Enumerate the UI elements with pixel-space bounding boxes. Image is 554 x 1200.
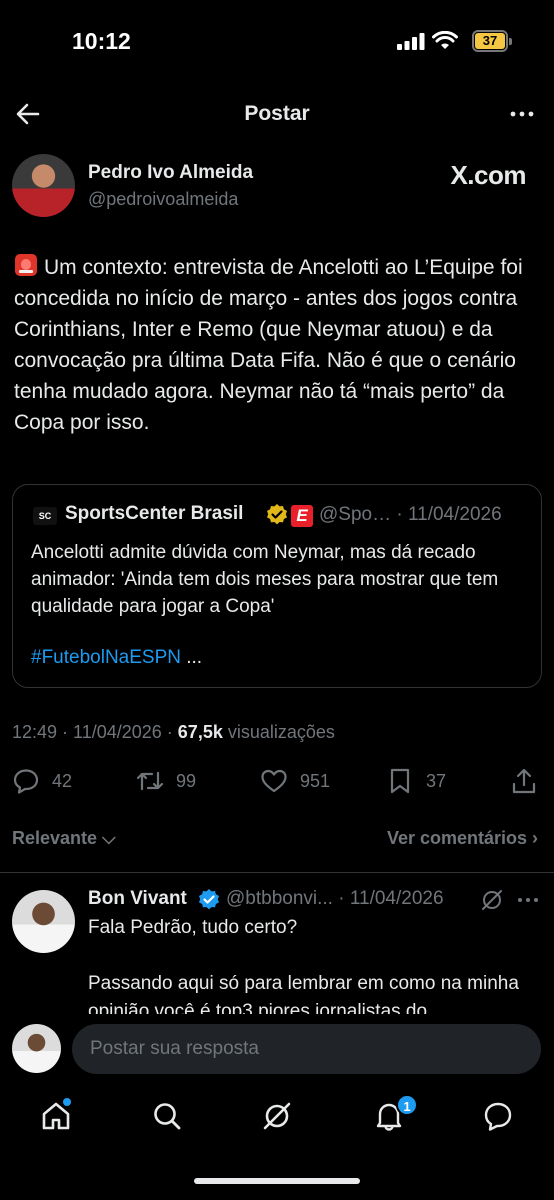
- post-text: Um contexto: entrevista de Ancelotti ao …: [14, 252, 544, 438]
- reply-line: Fala Pedrão, tudo certo?: [88, 917, 298, 938]
- repost-count: 99: [176, 770, 197, 791]
- reply-meta: @btbbonvi... · 11/04/2026: [226, 888, 444, 909]
- page-title: Postar: [244, 102, 310, 125]
- blue-verified-icon: [199, 889, 219, 910]
- repost-icon: [136, 771, 164, 791]
- gold-verified-icon: [267, 504, 287, 525]
- post-body: Um contexto: entrevista de Ancelotti ao …: [14, 256, 523, 434]
- reply-avatar[interactable]: [12, 890, 75, 953]
- post-header: Postar: [0, 92, 554, 136]
- bookmark-button[interactable]: 37: [386, 764, 446, 798]
- bottom-nav: 1: [0, 1090, 554, 1150]
- more-options-icon[interactable]: [508, 100, 536, 128]
- home-indicator: [194, 1178, 360, 1184]
- reply-author-name[interactable]: Bon Vivant: [88, 888, 187, 910]
- wifi-icon: [432, 31, 458, 49]
- post-timestamp: 12:49 · 11/04/2026 ·: [12, 722, 178, 742]
- post-meta: 12:49 · 11/04/2026 · 67,5k visualizações: [12, 722, 335, 743]
- reply-text: Fala Pedrão, tudo certo? Passando aqui s…: [88, 914, 543, 1014]
- author-handle[interactable]: @pedroivoalmeida: [88, 189, 238, 210]
- reply-more-icon[interactable]: [516, 888, 540, 912]
- search-icon[interactable]: [151, 1100, 183, 1132]
- reply-count: 42: [52, 770, 73, 791]
- notifications-badge: 1: [396, 1094, 418, 1116]
- quoted-text: Ancelotti admite dúvida com Neymar, mas …: [31, 542, 499, 617]
- messages-icon[interactable]: [482, 1100, 514, 1132]
- views-count: 67,5k: [177, 722, 223, 742]
- see-comments-link[interactable]: Ver comentários ›: [387, 828, 538, 849]
- reply-input[interactable]: [72, 1024, 541, 1074]
- battery-level: 37: [475, 33, 505, 49]
- compose-reply-bar: [0, 1014, 554, 1084]
- reply-line: Passando aqui só para lembrar em como na…: [88, 973, 519, 1014]
- sort-relevant-dropdown[interactable]: Relevante ⌵: [12, 828, 116, 849]
- author-avatar[interactable]: [12, 154, 75, 217]
- quoted-ellipsis: ...: [180, 647, 203, 668]
- views-label: visualizações: [222, 722, 335, 742]
- reply-icon: [13, 769, 39, 794]
- author-name[interactable]: Pedro Ivo Almeida: [88, 162, 253, 184]
- divider: [0, 872, 554, 873]
- share-icon: [512, 768, 536, 794]
- home-new-dot: [63, 1098, 71, 1106]
- my-avatar: [12, 1024, 61, 1073]
- action-bar: 42 99 951 37: [0, 764, 554, 798]
- battery-icon: 37: [472, 30, 512, 52]
- hashtag-link[interactable]: #FutebolNaESPN: [31, 647, 181, 668]
- heart-icon: [261, 769, 287, 793]
- status-time: 10:12: [72, 28, 131, 54]
- quoted-meta: @Spo… · 11/04/2026: [319, 504, 502, 525]
- quoted-avatar: SC: [33, 507, 57, 525]
- share-button[interactable]: [510, 764, 550, 798]
- grok-nav-icon[interactable]: [261, 1100, 293, 1132]
- quoted-post-card[interactable]: SC SportsCenter Brasil E @Spo… · 11/04/2…: [12, 484, 542, 688]
- siren-emoji-icon: [15, 254, 37, 276]
- repost-button[interactable]: 99: [136, 764, 196, 798]
- xcom-badge: X.com: [450, 160, 526, 190]
- grok-icon[interactable]: [480, 888, 504, 912]
- bookmark-icon: [390, 768, 410, 794]
- espn-badge: E: [291, 505, 313, 527]
- like-count: 951: [300, 770, 331, 791]
- status-bar: 10:12 37: [0, 0, 554, 84]
- replies-sort-bar: Relevante ⌵ Ver comentários ›: [0, 826, 554, 854]
- bookmark-count: 37: [426, 770, 447, 791]
- cellular-signal-icon: [397, 33, 425, 50]
- like-button[interactable]: 951: [260, 764, 330, 798]
- quoted-author-name: SportsCenter Brasil: [65, 503, 244, 524]
- reply-button[interactable]: 42: [12, 764, 72, 798]
- quoted-hashtag-line: #FutebolNaESPN ...: [31, 647, 202, 669]
